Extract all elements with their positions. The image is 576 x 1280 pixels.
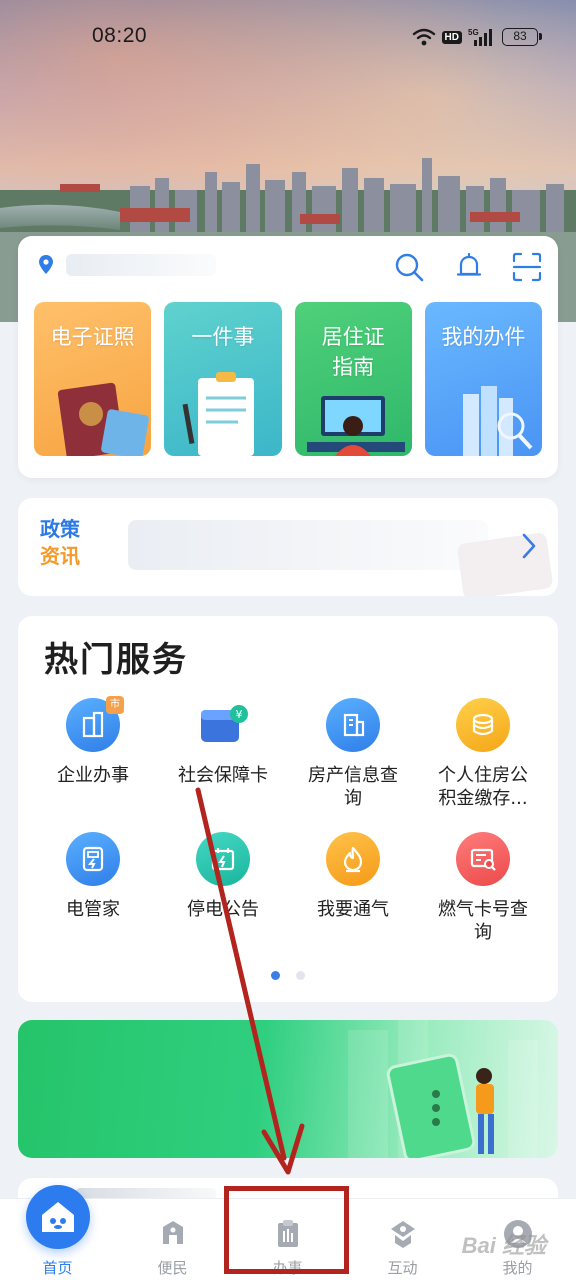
tile-residence-permit-guide[interactable]: 居住证 指南 xyxy=(294,302,412,456)
convenience-icon xyxy=(162,1221,183,1244)
service-housing-fund[interactable]: 个人住房公 积金缴存... xyxy=(418,698,548,816)
computer-user-illustration-icon xyxy=(306,396,405,456)
tile-one-thing[interactable]: 一件事 xyxy=(164,302,282,456)
tile-label: 我的办件 xyxy=(441,325,526,349)
service-label: 我要通气 xyxy=(317,899,389,920)
currency-badge: ¥ xyxy=(236,708,243,721)
service-label: 房产信息查 询 xyxy=(308,765,398,809)
search-icon[interactable] xyxy=(392,250,426,284)
page-dot[interactable] xyxy=(296,971,305,980)
service-label: 社会保障卡 xyxy=(178,765,268,786)
watermark: Bai 经验 xyxy=(461,1233,546,1258)
meter-icon xyxy=(66,832,120,886)
tab-label: 互动 xyxy=(387,1259,418,1277)
service-social-security-card[interactable]: ¥ 社会保障卡 xyxy=(158,698,288,816)
clipboard-illustration-icon xyxy=(182,372,255,456)
service-label: 电管家 xyxy=(66,899,120,920)
tile-label: 电子证照 xyxy=(50,325,135,349)
tile-electronic-license[interactable]: 电子证照 xyxy=(34,302,152,456)
policy-title: 政策 资讯 xyxy=(40,516,100,570)
service-power-outage-notice[interactable]: 停电公告 xyxy=(158,832,288,950)
service-power-manager[interactable]: 电管家 xyxy=(28,832,158,950)
house-info-icon xyxy=(326,698,380,752)
service-label: 个人住房公 积金缴存... xyxy=(438,765,528,809)
location-pin-icon[interactable] xyxy=(38,254,54,276)
services-grid: 市 企业办事 ¥ 社会保障卡 房产信息查 询 个人住房公 积金缴存... 电管家… xyxy=(28,696,548,950)
office-buildings-illustration-icon xyxy=(462,386,533,456)
tab-convenience[interactable]: 便民 xyxy=(115,1199,230,1280)
tab-home[interactable]: 首页 xyxy=(0,1185,115,1280)
tab-interact[interactable]: 互动 xyxy=(345,1199,460,1280)
hot-services-card: 热门服务 市 企业办事 ¥ 社会保障卡 房产信息查 询 个人住房公 积金缴存..… xyxy=(18,616,558,1002)
policy-title-line2: 资讯 xyxy=(40,544,80,568)
tile-label: 一件事 xyxy=(191,325,255,349)
service-gas-card-lookup[interactable]: 燃气卡号查 询 xyxy=(418,832,548,950)
bell-icon[interactable] xyxy=(452,250,486,284)
policy-title-line1: 政策 xyxy=(40,517,80,541)
tab-label: 首页 xyxy=(42,1259,73,1277)
status-bar: 08:20 HD 5G 83 xyxy=(0,0,576,72)
policy-news-banner[interactable]: 政策 资讯 xyxy=(18,498,558,596)
quick-access-card: 电子证照 一件事 居住证 指南 我的办件 xyxy=(18,236,558,478)
battery-level: 83 xyxy=(513,29,527,43)
page-indicator xyxy=(18,971,558,980)
network-type: 5G xyxy=(468,28,479,37)
home-icon xyxy=(26,1185,90,1249)
city-badge: 市 xyxy=(106,696,124,714)
annotation-highlight-box xyxy=(224,1186,349,1274)
service-property-info[interactable]: 房产信息查 询 xyxy=(288,698,418,816)
coins-icon xyxy=(456,698,510,752)
wallet-icon: ¥ xyxy=(197,702,249,748)
tab-label: 我的 xyxy=(502,1259,533,1277)
card-search-icon xyxy=(456,832,510,886)
service-label: 燃气卡号查 询 xyxy=(438,899,528,943)
scan-icon[interactable] xyxy=(510,250,544,284)
hot-services-title: 热门服务 xyxy=(44,640,188,680)
calendar-bolt-icon xyxy=(196,832,250,886)
page-dot-active[interactable] xyxy=(271,971,280,980)
service-enterprise-affairs[interactable]: 市 企业办事 xyxy=(28,696,158,816)
signal-icon: 5G xyxy=(468,28,492,46)
status-icons: HD 5G 83 xyxy=(412,26,542,48)
hd-badge: HD xyxy=(441,30,462,44)
passport-illustration-icon xyxy=(57,382,149,456)
service-gas-connection[interactable]: 我要通气 xyxy=(288,832,418,950)
policy-thumbnail xyxy=(456,532,554,596)
tile-my-applications[interactable]: 我的办件 xyxy=(424,302,542,456)
building-icon: 市 xyxy=(66,696,124,752)
battery-icon: 83 xyxy=(502,28,542,46)
promo-illustration xyxy=(348,1020,538,1158)
promo-banner[interactable] xyxy=(18,1020,558,1158)
policy-headline-blurred xyxy=(128,520,488,570)
wifi-icon xyxy=(412,28,435,46)
service-label: 企业办事 xyxy=(57,765,129,786)
flame-icon xyxy=(326,832,380,886)
tab-label: 便民 xyxy=(157,1259,188,1277)
location-text-blurred[interactable] xyxy=(66,254,216,276)
chevron-right-icon[interactable] xyxy=(520,532,538,560)
status-time: 08:20 xyxy=(92,24,148,47)
service-label: 停电公告 xyxy=(187,899,259,920)
interact-icon xyxy=(390,1221,415,1248)
quick-tiles: 电子证照 一件事 居住证 指南 我的办件 xyxy=(34,302,542,456)
top-toolbar xyxy=(18,236,558,296)
